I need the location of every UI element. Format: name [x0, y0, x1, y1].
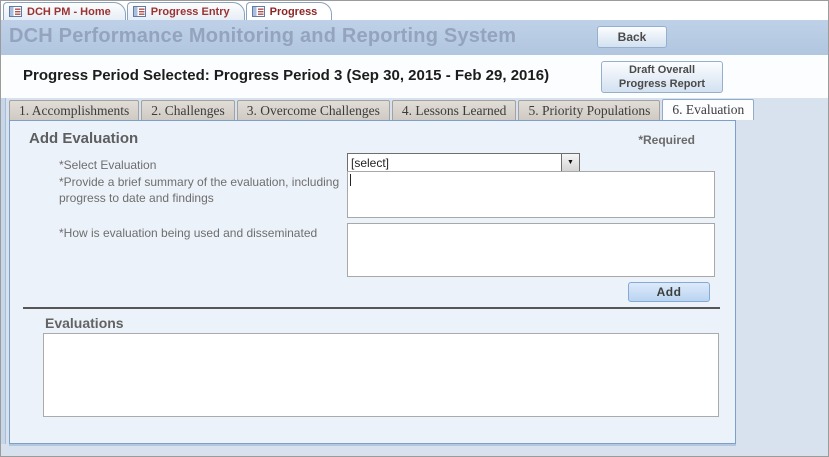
form-icon — [132, 6, 146, 17]
object-tab-progress[interactable]: Progress — [245, 2, 333, 20]
object-tab-label: DCH PM - Home — [27, 5, 111, 18]
record-selector-strip — [1, 98, 6, 444]
dissemination-label: *How is evaluation being used and dissem… — [59, 226, 318, 240]
form-icon — [251, 6, 265, 17]
tab-evaluation[interactable]: 6. Evaluation — [662, 99, 755, 120]
object-tab-label: Progress — [269, 5, 318, 18]
object-tab-bar: DCH PM - Home Progress Entry Progress — [1, 1, 828, 20]
tab-overcome-challenges[interactable]: 3. Overcome Challenges — [236, 100, 390, 120]
period-selected-text: Progress Period Selected: Progress Perio… — [23, 67, 550, 84]
tab-lessons-learned[interactable]: 4. Lessons Learned — [391, 100, 517, 120]
select-evaluation-label: *Select Evaluation — [59, 158, 157, 172]
object-tab-progress-entry[interactable]: Progress Entry — [126, 2, 245, 20]
app-window: DCH PM - Home Progress Entry Progress DC… — [0, 0, 829, 457]
text-cursor — [350, 174, 351, 186]
summary-label: *Provide a brief summary of the evaluati… — [59, 175, 340, 206]
object-tab-label: Progress Entry — [150, 5, 230, 18]
add-evaluation-heading: Add Evaluation — [29, 130, 139, 147]
dropdown-arrow-icon[interactable]: ▼ — [561, 154, 579, 171]
evaluation-tab-panel: Add Evaluation *Required *Select Evaluat… — [9, 120, 736, 444]
period-bar: Progress Period Selected: Progress Perio… — [1, 55, 828, 98]
evaluations-list[interactable] — [43, 333, 719, 417]
tab-accomplishments[interactable]: 1. Accomplishments — [9, 100, 140, 120]
tab-priority-populations[interactable]: 5. Priority Populations — [518, 100, 661, 120]
draft-overall-progress-report-button[interactable]: Draft Overall Progress Report — [601, 61, 723, 93]
tab-challenges[interactable]: 2. Challenges — [141, 100, 235, 120]
dissemination-textarea[interactable] — [347, 223, 715, 277]
required-note: *Required — [638, 133, 695, 147]
header-banner: DCH Performance Monitoring and Reporting… — [1, 20, 828, 55]
select-evaluation-value: [select] — [351, 156, 390, 170]
object-tab-dch-pm-home[interactable]: DCH PM - Home — [3, 2, 126, 20]
evaluations-heading: Evaluations — [45, 315, 124, 331]
section-divider — [23, 307, 720, 309]
form-icon — [9, 6, 22, 17]
select-evaluation-dropdown[interactable]: [select] ▼ — [347, 153, 580, 172]
summary-textarea[interactable] — [347, 171, 715, 218]
back-button[interactable]: Back — [597, 26, 667, 48]
section-tab-strip: 1. Accomplishments 2. Challenges 3. Over… — [9, 99, 755, 120]
add-button[interactable]: Add — [628, 282, 710, 302]
page-title: DCH Performance Monitoring and Reporting… — [9, 25, 517, 47]
